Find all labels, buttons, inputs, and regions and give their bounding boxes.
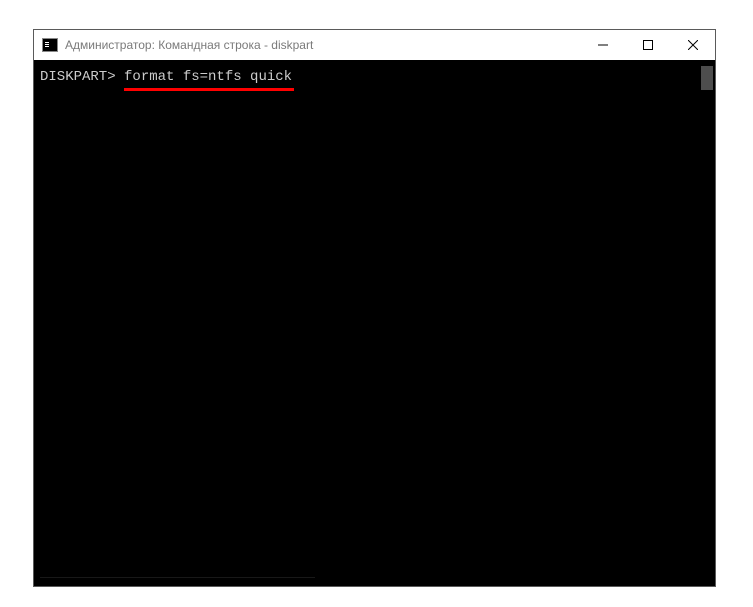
bottom-divider: [40, 577, 315, 578]
maximize-icon: [643, 40, 653, 50]
minimize-icon: [598, 40, 608, 50]
console-area[interactable]: DISKPART> format fs=ntfs quick: [34, 60, 715, 586]
command-underline: [124, 88, 294, 91]
command-wrap: format fs=ntfs quick: [124, 66, 292, 88]
prompt-text: DISKPART>: [40, 69, 124, 85]
cmd-icon: [42, 38, 58, 52]
scrollbar-thumb[interactable]: [701, 66, 713, 90]
window-title: Администратор: Командная строка - diskpa…: [65, 38, 580, 52]
command-prompt-window: Администратор: Командная строка - diskpa…: [33, 29, 716, 587]
console-line: DISKPART> format fs=ntfs quick: [40, 66, 715, 88]
window-controls: [580, 30, 715, 60]
maximize-button[interactable]: [625, 30, 670, 60]
minimize-button[interactable]: [580, 30, 625, 60]
close-button[interactable]: [670, 30, 715, 60]
close-icon: [688, 40, 698, 50]
command-text: format fs=ntfs quick: [124, 69, 292, 85]
titlebar[interactable]: Администратор: Командная строка - diskpa…: [34, 30, 715, 60]
scrollbar-track[interactable]: [699, 60, 715, 586]
